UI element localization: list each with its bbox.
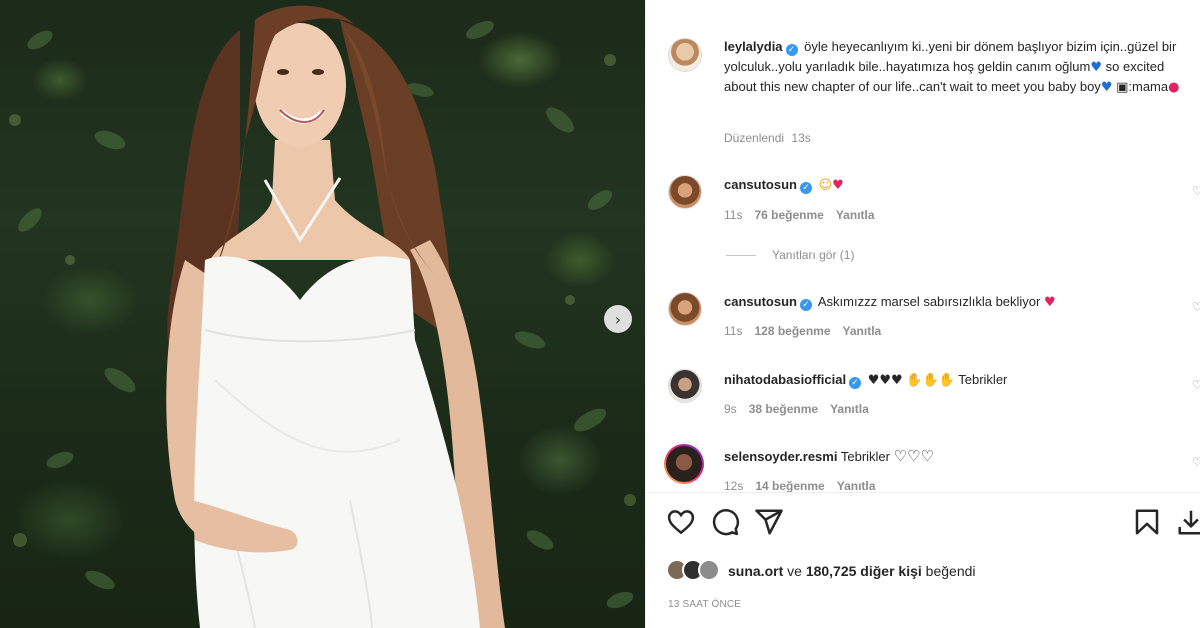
verified-badge-icon: ✓ — [799, 299, 812, 311]
comment-time: 11s — [724, 324, 743, 338]
red-heart-icon: ♥ — [1044, 295, 1056, 310]
post-timestamp: 13 SAAT ÖNCE — [668, 599, 742, 610]
photo-illustration — [9, 5, 636, 628]
comment-username[interactable]: selensoyder.resmi — [724, 449, 837, 464]
comment-likes[interactable]: 76 beğenme — [754, 208, 823, 222]
comment-icon[interactable] — [710, 507, 740, 537]
lips-icon: ● — [1168, 80, 1180, 95]
praying-hands-icon: ✋✋✋ — [906, 373, 955, 388]
heart-icon[interactable] — [666, 507, 696, 537]
liked-by[interactable]: suna.ort ve 180,725 diğer kişi beğendi — [666, 559, 976, 583]
caption-meta: Düzenlendi 13s — [724, 131, 811, 145]
comment-item: selensoyder.resmi Tebrikler ♡♡♡ — [724, 447, 1144, 467]
black-hearts-icon: ♥♥♥ — [867, 373, 903, 388]
comment-likes[interactable]: 14 beğenme — [755, 479, 824, 492]
comment-text: Askımızzz marsel sabırsızlıkla bekliyor — [817, 294, 1041, 309]
verified-badge-icon: ✓ — [849, 377, 862, 389]
comment-like-icon[interactable]: ♡ — [1192, 184, 1200, 198]
comment-meta: 12s 14 beğenme Yanıtla — [724, 479, 875, 492]
reply-button[interactable]: Yanıtla — [837, 479, 876, 492]
comment-text: Tebrikler — [958, 372, 1008, 387]
avatar — [698, 559, 720, 581]
avatar[interactable] — [664, 444, 704, 484]
comment-item: cansutosun ✓ Askımızzz marsel sabırsızlık… — [724, 292, 1144, 313]
comment-text: Tebrikler — [840, 449, 890, 464]
comment-time: 9s — [724, 402, 737, 416]
liked-by-connector: ve — [787, 563, 802, 579]
edited-time: 13s — [791, 131, 811, 145]
liked-by-others[interactable]: 180,725 diğer kişi — [806, 563, 922, 579]
view-replies-label: Yanıtları gör (1) — [772, 248, 855, 262]
star-eyes-emoji-icon: ☺ — [818, 178, 833, 193]
comment-username[interactable]: nihatodabasiofficial — [724, 372, 846, 387]
verified-badge-icon: ✓ — [785, 44, 798, 56]
avatar[interactable] — [668, 175, 702, 209]
comment-username[interactable]: cansutosun — [724, 294, 797, 309]
replies-divider — [726, 254, 756, 256]
caption-credit: :mama — [1128, 79, 1169, 94]
blue-heart-icon: ♥ — [1090, 59, 1103, 75]
comment-item: cansutosun ✓ ☺♥ — [724, 175, 1144, 196]
liked-by-text: suna.ort ve 180,725 diğer kişi beğendi — [728, 563, 976, 579]
view-replies-button[interactable]: Yanıtları gör (1) — [726, 248, 854, 262]
comments-list[interactable]: leylalydia ✓ öyle heyecanlıyım ki..yeni b… — [646, 0, 1200, 492]
comment-like-icon[interactable]: ♡ — [1192, 378, 1200, 392]
comment-meta: 11s 128 beğenme Yanıtla — [724, 324, 881, 338]
caption-username[interactable]: leylalydia — [724, 39, 783, 54]
reply-button[interactable]: Yanıtla — [843, 324, 882, 338]
post-detail-panel: leylalydia ✓ öyle heyecanlıyım ki..yeni b… — [645, 0, 1200, 628]
comment-time: 11s — [724, 208, 743, 222]
share-icon[interactable] — [754, 507, 784, 537]
comment-like-icon[interactable]: ♡ — [1192, 300, 1200, 314]
liked-by-suffix: beğendi — [925, 563, 976, 579]
chevron-right-icon: › — [614, 309, 622, 329]
avatar[interactable] — [668, 38, 702, 72]
comment-username[interactable]: cansutosun — [724, 177, 797, 192]
camera-icon: ▣ — [1116, 80, 1129, 95]
comment-likes[interactable]: 38 beğenme — [749, 402, 818, 416]
post-photo: › — [0, 0, 645, 628]
comment-likes[interactable]: 128 beğenme — [754, 324, 830, 338]
comment-item: nihatodabasiofficial ✓ ♥♥♥ ✋✋✋ Tebrikler — [724, 370, 1144, 391]
white-hearts-icon: ♡♡♡ — [893, 447, 934, 465]
post-caption: leylalydia ✓ öyle heyecanlıyım ki..yeni b… — [724, 37, 1184, 98]
avatar[interactable] — [668, 292, 702, 326]
liked-by-user[interactable]: suna.ort — [728, 563, 783, 579]
avatar[interactable] — [668, 369, 702, 403]
reply-button[interactable]: Yanıtla — [830, 402, 869, 416]
comment-meta: 9s 38 beğenme Yanıtla — [724, 402, 869, 416]
blue-heart-icon: ♥ — [1100, 80, 1113, 95]
post-actions: suna.ort ve 180,725 diğer kişi beğendi 1… — [646, 492, 1200, 628]
download-icon[interactable] — [1176, 507, 1200, 537]
liked-by-avatars — [666, 559, 724, 583]
comment-time: 12s — [724, 479, 744, 492]
comment-like-icon[interactable]: ♡ — [1192, 455, 1200, 469]
comment-meta: 11s 76 beğenme Yanıtla — [724, 208, 875, 222]
reply-button[interactable]: Yanıtla — [836, 208, 875, 222]
edited-label: Düzenlendi — [724, 131, 785, 145]
carousel-next-button[interactable]: › — [604, 305, 632, 333]
verified-badge-icon: ✓ — [799, 182, 812, 194]
bookmark-icon[interactable] — [1132, 507, 1162, 537]
red-heart-icon: ♥ — [832, 178, 844, 193]
